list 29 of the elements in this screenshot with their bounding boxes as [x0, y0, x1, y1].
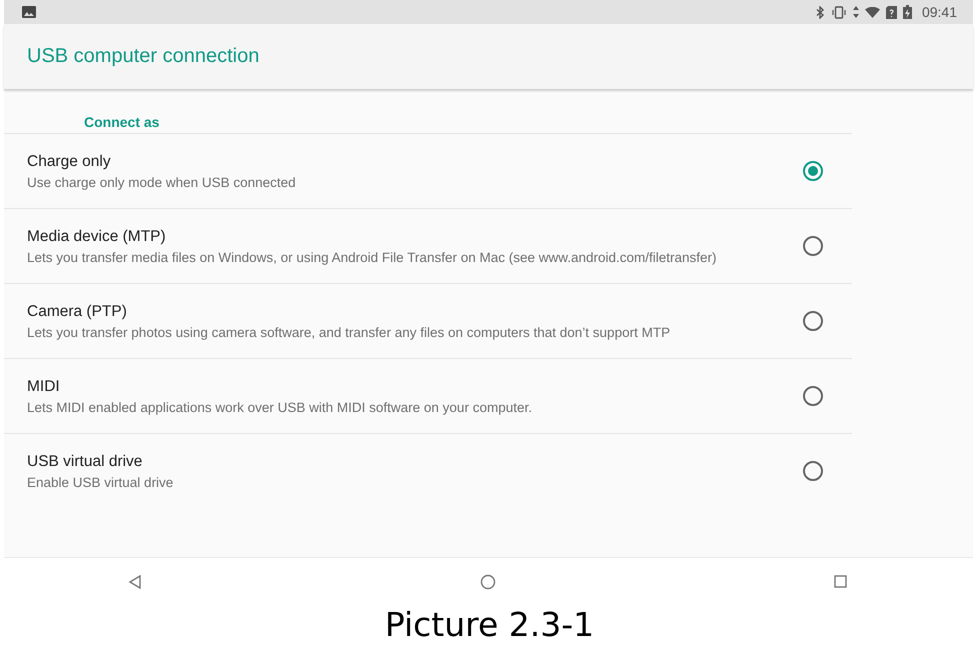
status-time: 09:41 — [922, 4, 957, 20]
option-summary: Enable USB virtual drive — [27, 474, 174, 490]
no-sim-icon — [886, 6, 897, 18]
radio-button[interactable] — [803, 461, 823, 481]
section-header: Connect as — [84, 114, 160, 130]
option-summary: Lets you transfer photos using camera software, and transfer any files on computers that don’t support MTP — [27, 324, 672, 340]
option-title: Media device (MTP) — [27, 228, 167, 246]
radio-button[interactable] — [803, 311, 823, 331]
vibrate-icon — [830, 6, 847, 18]
wifi-icon — [864, 6, 880, 18]
screen-title: USB computer connection — [27, 45, 260, 68]
option-title: USB virtual drive — [27, 452, 144, 470]
radio-button[interactable] — [803, 161, 823, 181]
home-icon[interactable] — [480, 574, 496, 590]
radio-button[interactable] — [803, 236, 823, 256]
back-icon[interactable] — [128, 574, 142, 588]
radio-button[interactable] — [803, 386, 823, 406]
option-title: MIDI — [27, 378, 61, 396]
bluetooth-icon — [816, 6, 825, 18]
battery-charging-icon — [902, 5, 912, 19]
data-arrows-icon — [852, 6, 859, 18]
image-icon — [22, 6, 36, 18]
option-title: Camera (PTP) — [27, 302, 128, 320]
option-summary: Use charge only mode when USB connected — [27, 174, 297, 190]
option-summary: Lets you transfer media files on Windows, or using Android File Transfer on Mac (see www.android.com/filetransfer) — [27, 250, 718, 264]
figure-caption: Picture 2.3-1 — [384, 605, 594, 644]
option-title: Charge only — [27, 152, 112, 170]
option-summary: Lets MIDI enabled applications work over USB with MIDI software on your computer. — [27, 400, 533, 414]
recents-icon[interactable] — [834, 575, 847, 588]
